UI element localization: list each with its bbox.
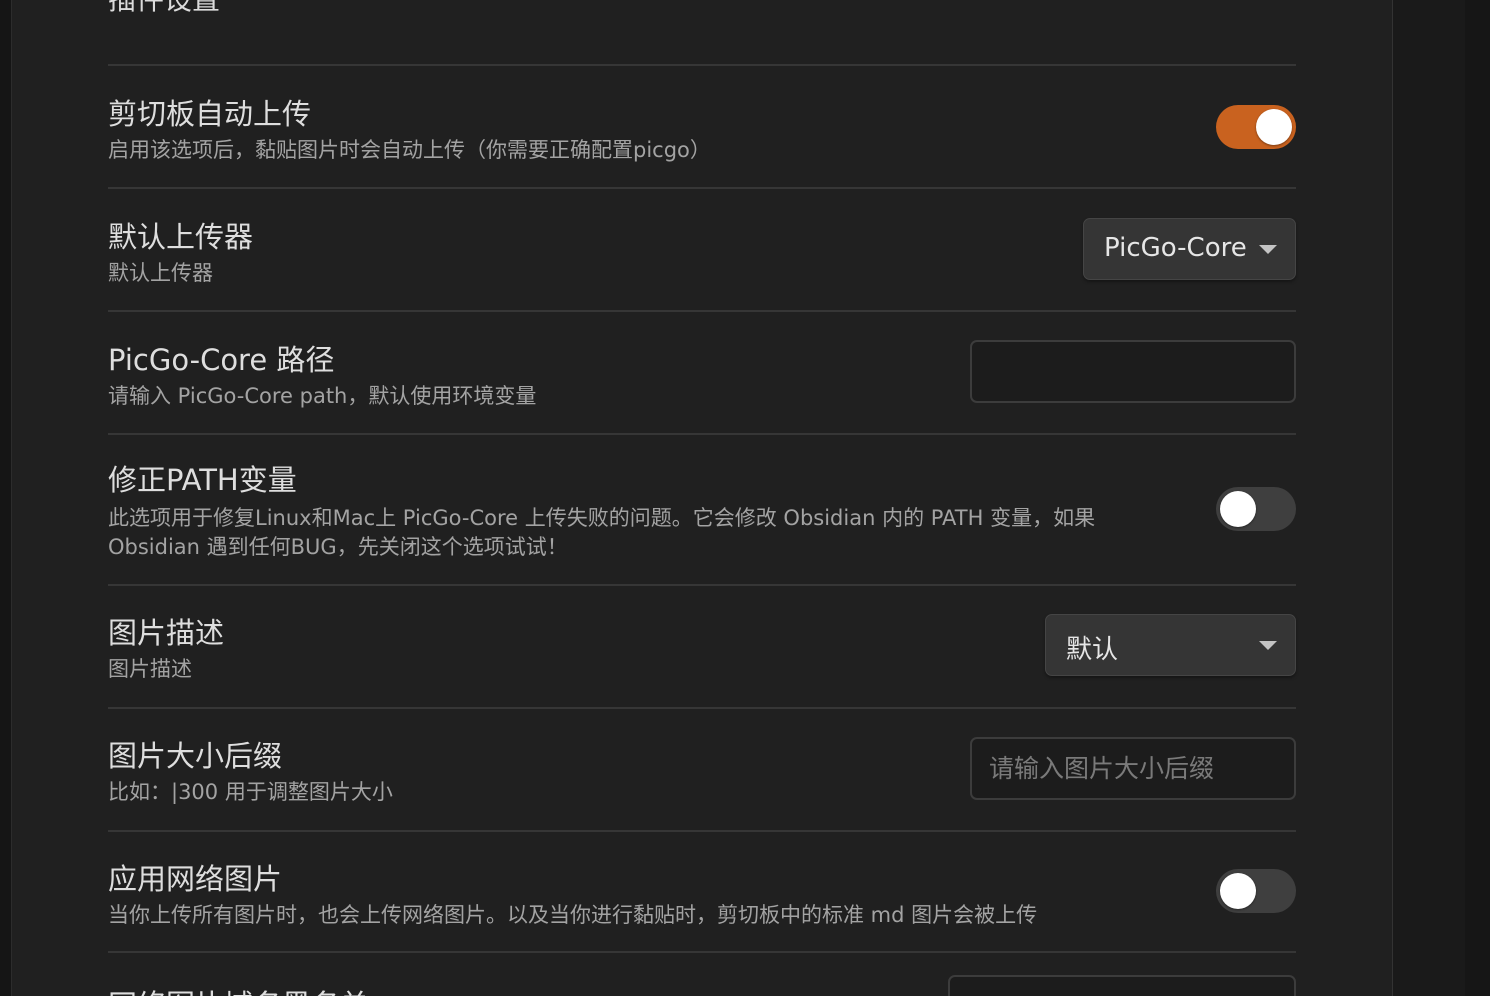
chevron-down-icon: [1259, 641, 1277, 650]
setting-name: PicGo-Core 路径: [108, 343, 335, 377]
setting-image-description: 图片描述 图片描述 默认: [108, 584, 1296, 707]
default-uploader-select[interactable]: PicGo-Core: [1083, 218, 1296, 280]
select-value: PicGo-Core: [1104, 233, 1247, 263]
setting-image-size-suffix: 图片大小后缀 比如：|300 用于调整图片大小: [108, 707, 1296, 830]
sidebar-edge: [0, 0, 12, 996]
image-size-suffix-input[interactable]: [970, 737, 1296, 800]
setting-description: 比如：|300 用于调整图片大小: [108, 780, 393, 804]
setting-name: 默认上传器: [108, 220, 254, 254]
domain-blacklist-textarea[interactable]: [948, 975, 1296, 996]
setting-clipboard-upload: 剪切板自动上传 启用该选项后，黏贴图片时会自动上传（你需要正确配置picgo）: [108, 64, 1296, 187]
setting-name: 应用网络图片: [108, 862, 283, 896]
clipboard-upload-toggle[interactable]: [1216, 105, 1296, 149]
setting-name: 网络图片域名黑名单: [108, 982, 369, 996]
setting-description-line-2: Obsidian 遇到任何BUG，先关闭这个选项试试！: [108, 535, 568, 559]
section-heading: 插件设置: [108, 0, 220, 18]
app-window: 插件设置 剪切板自动上传 启用该选项后，黏贴图片时会自动上传（你需要正确配置pi…: [0, 0, 1490, 996]
setting-description: 默认上传器: [108, 261, 213, 285]
toggle-knob: [1256, 109, 1292, 145]
setting-description: 请输入 PicGo-Core path，默认使用环境变量: [108, 384, 537, 408]
setting-name: 剪切板自动上传: [108, 97, 312, 131]
image-description-select[interactable]: 默认: [1045, 614, 1296, 676]
setting-fix-path: 修正PATH变量 此选项用于修复Linux和Mac上 PicGo-Core 上传…: [108, 433, 1296, 584]
select-value: 默认: [1066, 635, 1119, 665]
settings-panel[interactable]: 插件设置 剪切板自动上传 启用该选项后，黏贴图片时会自动上传（你需要正确配置pi…: [12, 0, 1393, 996]
setting-description-line-1: 此选项用于修复Linux和Mac上 PicGo-Core 上传失败的问题。它会修…: [108, 506, 1096, 530]
setting-domain-blacklist: 网络图片域名黑名单: [108, 951, 1296, 996]
right-background-edge: [1465, 0, 1490, 996]
toggle-knob: [1220, 491, 1256, 527]
chevron-down-icon: [1259, 245, 1277, 254]
network-images-toggle[interactable]: [1216, 869, 1296, 913]
setting-default-uploader: 默认上传器 默认上传器 PicGo-Core: [108, 187, 1296, 310]
setting-description: 启用该选项后，黏贴图片时会自动上传（你需要正确配置picgo）: [108, 138, 711, 162]
right-background: [1393, 0, 1490, 996]
setting-name: 图片描述: [108, 616, 225, 650]
toggle-knob: [1220, 873, 1256, 909]
setting-picgo-core-path: PicGo-Core 路径 请输入 PicGo-Core path，默认使用环境…: [108, 310, 1296, 433]
fix-path-toggle[interactable]: [1216, 487, 1296, 531]
setting-description: 图片描述: [108, 657, 192, 681]
setting-network-images: 应用网络图片 当你上传所有图片时，也会上传网络图片。以及当你进行黏贴时，剪切板中…: [108, 830, 1296, 952]
setting-name: 修正PATH变量: [108, 463, 297, 497]
setting-name: 图片大小后缀: [108, 739, 283, 773]
setting-description: 当你上传所有图片时，也会上传网络图片。以及当你进行黏贴时，剪切板中的标准 md …: [108, 903, 1038, 927]
picgo-core-path-input[interactable]: [970, 340, 1296, 403]
